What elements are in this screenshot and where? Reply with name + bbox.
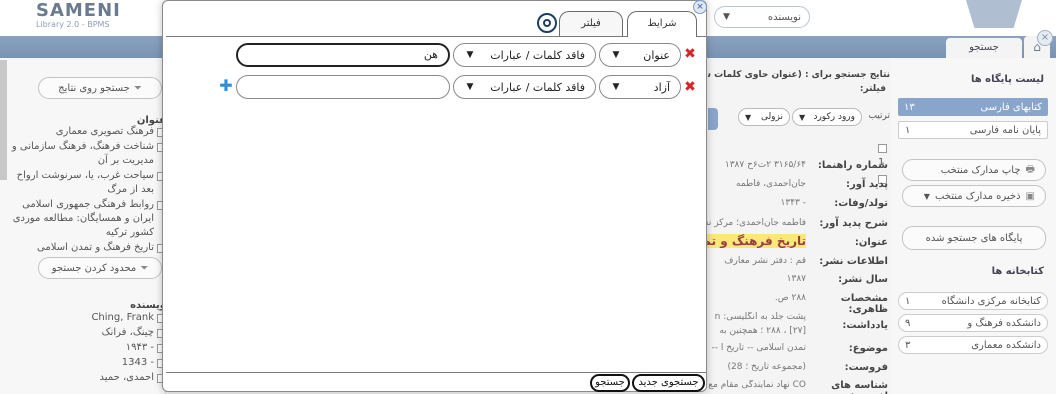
- chevron-down-icon: ▼: [923, 191, 930, 201]
- close-icon[interactable]: ×: [693, 0, 707, 14]
- field-label: تولد/وفات:: [834, 198, 888, 209]
- searched-databases-button[interactable]: پایگاه های جستجو شده: [902, 226, 1046, 250]
- scrollbar[interactable]: [0, 60, 7, 180]
- tab-filter[interactable]: فیلتر: [559, 11, 623, 36]
- field-label: عنوان:: [854, 237, 888, 248]
- tab-conditions[interactable]: شرایط: [627, 11, 697, 37]
- add-row-icon[interactable]: ✚: [219, 78, 233, 94]
- chevron-down-icon: ▼: [466, 82, 474, 92]
- facet-item[interactable]: شناخت فرهنگ، فرهنگ سازمانی و مدیریت بر آ…: [10, 140, 166, 168]
- chevron-down-icon: ▼: [723, 12, 730, 22]
- narrow-search-button[interactable]: ⏷ محدود کردن جستجو: [38, 257, 162, 279]
- library-item[interactable]: دانشکده فرهنگ و ۹: [898, 314, 1048, 332]
- facet-item[interactable]: سیاحت غرب، یا، سرنوشت ارواح بعد از مرگ: [10, 169, 166, 197]
- search-term-input[interactable]: [236, 75, 450, 99]
- field-label: یادداشت:: [842, 320, 888, 331]
- facet-item[interactable]: چینگ، فرانک: [10, 326, 166, 340]
- title-facet-list: فرهنگ تصویری معماری شناخت فرهنگ، فرهنگ س…: [10, 125, 166, 256]
- database-count: ۱۳: [904, 101, 915, 113]
- search-button[interactable]: جستجو: [590, 374, 630, 392]
- search-term-input[interactable]: هن: [236, 43, 450, 67]
- sort-select[interactable]: ورود رکورد ▼: [792, 108, 862, 126]
- facet-item[interactable]: فرهنگ تصویری معماری: [10, 125, 166, 139]
- order-select[interactable]: نزولی ▼: [738, 108, 790, 126]
- facet-item[interactable]: - ۱۹۴۳: [10, 341, 166, 355]
- search-in-results-label: جستجو روی نتایج: [58, 82, 130, 94]
- chevron-down-icon: ▼: [466, 50, 474, 60]
- database-item-persian-books[interactable]: کتابهای فارسی ۱۳: [898, 98, 1048, 116]
- narrow-search-label: محدود کردن جستجو: [51, 262, 137, 274]
- facet-item[interactable]: احمدی، حمید: [10, 371, 166, 385]
- chevron-down-icon: ▼: [612, 82, 620, 92]
- databases-heading: لیست پایگاه ها: [971, 74, 1044, 85]
- database-item-theses[interactable]: پایان نامه فارسی ۱: [898, 121, 1048, 139]
- save-icon: ▣: [1025, 190, 1035, 202]
- field-select[interactable]: آزاد ▼: [599, 75, 681, 99]
- database-label: پایان نامه فارسی: [969, 124, 1041, 136]
- search-field-select[interactable]: ▼ نویسنده: [714, 6, 810, 28]
- author-facet-list: Ching, Frank چینگ، فرانک - ۱۹۴۳ - 1343 ا…: [10, 311, 166, 386]
- filter-icon: ⏷: [140, 262, 149, 274]
- print-selected-button[interactable]: 🖶 چاپ مدارک منتخب: [902, 159, 1046, 181]
- tab-search[interactable]: جستجو: [946, 38, 1022, 58]
- delete-row-icon[interactable]: ✖: [683, 80, 697, 94]
- field-select[interactable]: عنوان ▼: [599, 43, 681, 67]
- gear-icon[interactable]: [537, 13, 557, 33]
- results-summary: نتایج جستجو برای : (عنوان حاوی کلمات شرو…: [708, 70, 890, 80]
- search-field-select-value: نویسنده: [767, 11, 801, 23]
- gear-center: [543, 19, 551, 27]
- operator-select[interactable]: فاقد کلمات / عبارات ▼: [453, 75, 596, 99]
- search-in-results-button[interactable]: ⏷ جستجو روی نتایج: [38, 77, 162, 99]
- field-label: شناسه های افزوده:: [831, 380, 888, 394]
- facet-item[interactable]: تاریخ فرهنگ و تمدن اسلامی: [10, 241, 166, 255]
- library-item[interactable]: کتابخانه مرکزی دانشگاه ۱: [898, 292, 1048, 310]
- field-label: شرح پدید آور:: [819, 218, 888, 229]
- facet-item[interactable]: - 1343: [10, 356, 166, 370]
- field-label: فروست:: [844, 362, 888, 373]
- field-label: شماره راهنما:: [817, 160, 888, 171]
- save-selected-button[interactable]: ▣ ذخیره مدارک منتخب ▼: [902, 185, 1046, 207]
- chevron-down-icon: ▼: [745, 112, 752, 122]
- field-label: پدید آور:: [846, 179, 888, 190]
- database-count: ۱: [905, 124, 911, 136]
- printer-icon: 🖶: [1025, 163, 1035, 175]
- field-label: سال نشر:: [838, 274, 888, 285]
- chevron-down-icon: ▼: [799, 112, 806, 122]
- app-logo-subtitle: Library 2.0 - BPMS: [36, 20, 110, 29]
- results-tab-edge: [708, 108, 718, 130]
- facet-item[interactable]: روابط فرهنگی جمهوری اسلامی ایران و همسای…: [10, 198, 166, 240]
- app-logo: SAMENI: [36, 0, 121, 21]
- facet-item[interactable]: Ching, Frank: [10, 311, 166, 325]
- filter-icon: ⏷: [133, 82, 142, 94]
- author-facet-heading: ویسنده: [130, 300, 166, 311]
- select-all-checkbox[interactable]: [878, 144, 887, 153]
- operator-select[interactable]: فاقد کلمات / عبارات ▼: [453, 43, 596, 67]
- libraries-heading: کتابخانه ها: [991, 266, 1044, 277]
- sort-label: ترتیب: [868, 111, 890, 121]
- field-label: مشخصات ظاهری:: [840, 293, 888, 315]
- new-search-button[interactable]: جستجوی جدید: [632, 374, 705, 392]
- chevron-down-icon: ▼: [612, 50, 620, 60]
- library-item[interactable]: دانشکده معماری ۳: [898, 336, 1048, 354]
- results-filter-label: فیلتر:: [859, 84, 886, 94]
- emblem-logo: [966, 0, 1022, 28]
- close-tab-icon[interactable]: ×: [1037, 30, 1053, 46]
- database-label: کتابهای فارسی: [980, 101, 1042, 113]
- field-label: موضوع:: [848, 343, 888, 354]
- field-label: اطلاعات نشر:: [819, 256, 888, 267]
- delete-row-icon[interactable]: ✖: [683, 47, 697, 61]
